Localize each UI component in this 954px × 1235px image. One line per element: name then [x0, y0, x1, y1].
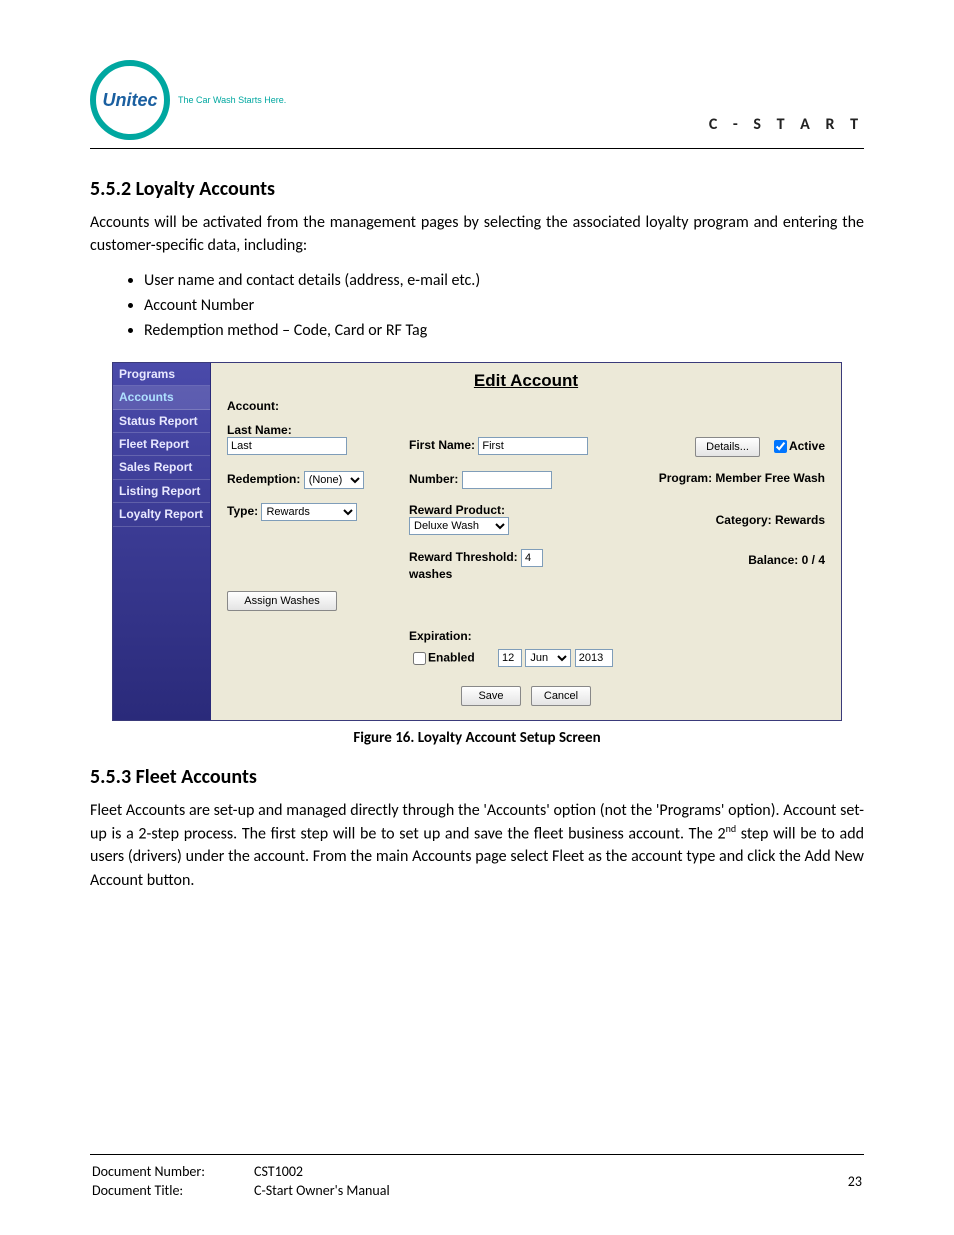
section-552-heading: 5.5.2 Loyalty Accounts [90, 177, 864, 201]
expiration-month-select[interactable]: Jun [525, 649, 571, 667]
logo: Unitec The Car Wash Starts Here. [90, 60, 286, 140]
number-label: Number: [409, 472, 458, 486]
number-input[interactable] [462, 471, 552, 489]
footer-docnum-label: Document Number: [92, 1163, 252, 1180]
logo-text: Unitec [102, 90, 157, 111]
reward-threshold-label: Reward Threshold: [409, 550, 518, 564]
program-value: Member Free Wash [715, 471, 825, 485]
active-checkbox[interactable] [774, 440, 787, 453]
expiration-day-input[interactable] [498, 649, 522, 667]
sidebar-item-accounts[interactable]: Accounts [113, 386, 210, 409]
logo-tagline: The Car Wash Starts Here. [178, 95, 286, 105]
figure-caption: Figure 16. Loyalty Account Setup Screen [112, 729, 842, 747]
edit-account-screenshot: Programs Accounts Status Report Fleet Re… [112, 362, 842, 721]
firstname-input[interactable] [478, 437, 588, 455]
section-552-para: Accounts will be activated from the mana… [90, 211, 864, 257]
doc-header-right: C - S T A R T [709, 115, 864, 140]
header-rule [90, 148, 864, 149]
details-button[interactable]: Details... [695, 437, 760, 457]
sidebar-item-sales-report[interactable]: Sales Report [113, 456, 210, 479]
active-label: Active [789, 439, 825, 453]
firstname-label: First Name: [409, 438, 475, 452]
footer-doctitle-label: Document Title: [92, 1182, 252, 1199]
bullet-item: User name and contact details (address, … [144, 269, 864, 294]
footer-table: Document Number: CST1002 23 Document Tit… [90, 1161, 864, 1201]
enabled-checkbox[interactable] [413, 652, 426, 665]
panel-title: Edit Account [227, 371, 825, 391]
redemption-label: Redemption: [227, 472, 300, 486]
reward-product-select[interactable]: Deluxe Wash [409, 517, 509, 535]
sidebar: Programs Accounts Status Report Fleet Re… [113, 363, 211, 720]
expiration-year-input[interactable] [575, 649, 613, 667]
sidebar-item-listing-report[interactable]: Listing Report [113, 480, 210, 503]
reward-threshold-input[interactable] [521, 549, 543, 567]
section-553-heading: 5.5.3 Fleet Accounts [90, 765, 864, 789]
category-value: Rewards [775, 513, 825, 527]
sidebar-item-programs[interactable]: Programs [113, 363, 210, 386]
enabled-label: Enabled [428, 650, 475, 664]
cancel-button[interactable]: Cancel [531, 686, 591, 706]
footer-doctitle-value: C-Start Owner's Manual [254, 1182, 800, 1199]
lastname-input[interactable] [227, 437, 347, 455]
footer-rule [90, 1154, 864, 1155]
section-553-para: Fleet Accounts are set-up and managed di… [90, 799, 864, 892]
expiration-label: Expiration: [409, 629, 709, 643]
section-552-bullets: User name and contact details (address, … [90, 269, 864, 343]
reward-threshold-unit: washes [409, 567, 639, 581]
sidebar-item-status-report[interactable]: Status Report [113, 410, 210, 433]
sidebar-item-fleet-report[interactable]: Fleet Report [113, 433, 210, 456]
reward-product-label: Reward Product: [409, 503, 639, 517]
footer-docnum-value: CST1002 [254, 1163, 800, 1180]
logo-mark: Unitec [90, 60, 170, 140]
type-select[interactable]: Rewards [261, 503, 357, 521]
save-button[interactable]: Save [461, 686, 521, 706]
category-label: Category: [716, 513, 772, 527]
lastname-label: Last Name: [227, 423, 397, 437]
assign-washes-button[interactable]: Assign Washes [227, 591, 337, 611]
redemption-select[interactable]: (None) [304, 471, 364, 489]
bullet-item: Redemption method – Code, Card or RF Tag [144, 319, 864, 344]
footer-page-number: 23 [802, 1163, 862, 1199]
program-label: Program: [659, 471, 712, 485]
balance-value: 0 / 4 [802, 553, 825, 567]
superscript-nd: nd [726, 822, 737, 835]
balance-label: Balance: [748, 553, 798, 567]
type-label: Type: [227, 504, 258, 518]
bullet-item: Account Number [144, 294, 864, 319]
account-label: Account: [227, 399, 279, 413]
sidebar-item-loyalty-report[interactable]: Loyalty Report [113, 503, 210, 526]
